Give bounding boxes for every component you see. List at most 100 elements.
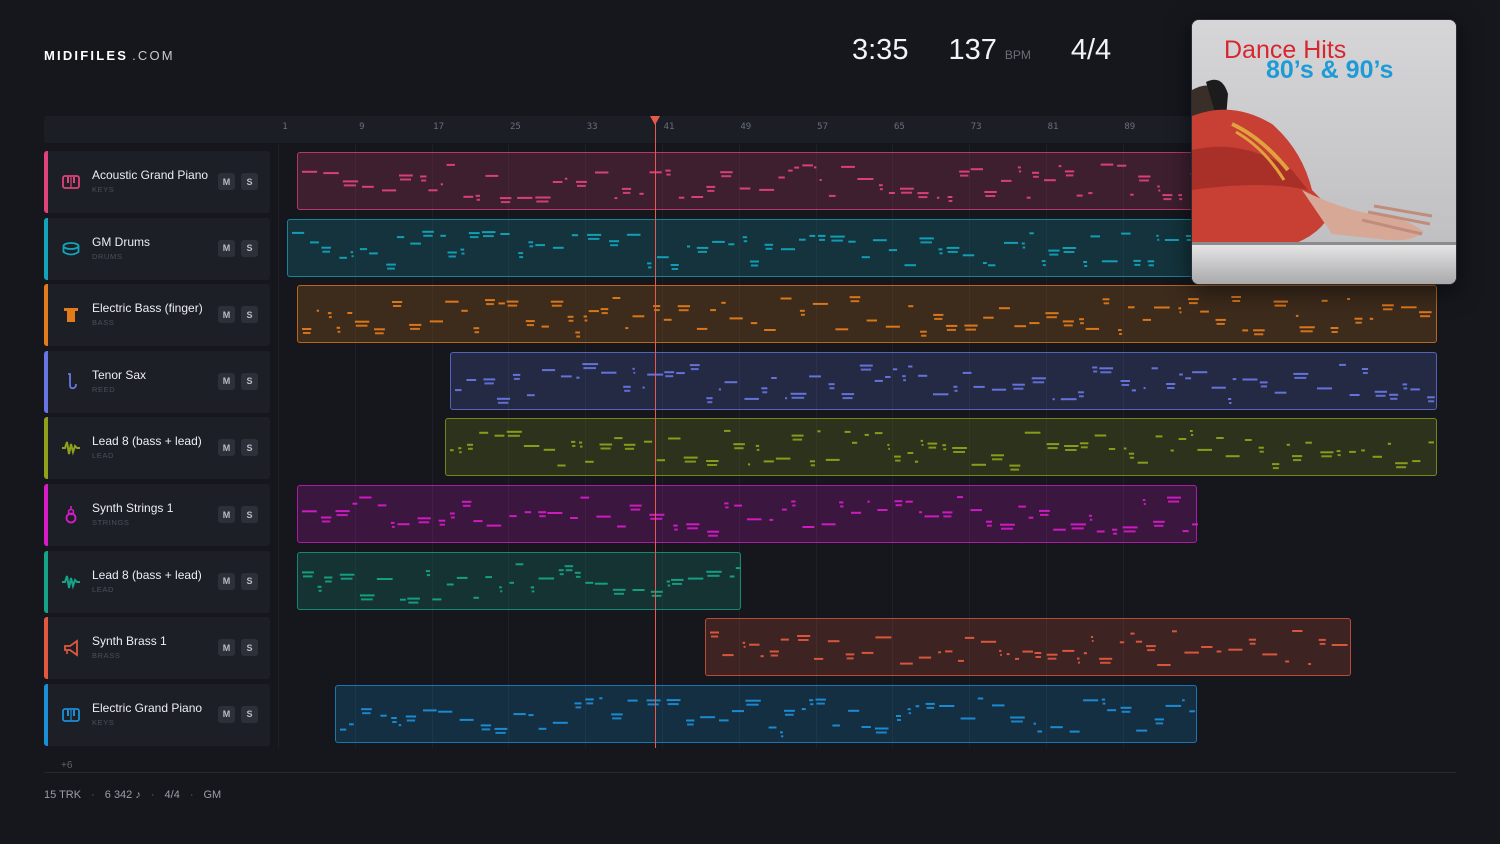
wave-icon <box>62 573 80 591</box>
solo-button[interactable]: S <box>241 173 258 190</box>
ruler-tick: 25 <box>509 122 521 132</box>
bass-icon <box>62 306 80 324</box>
midi-clip[interactable] <box>335 684 1197 743</box>
ruler-tick: 9 <box>359 122 365 132</box>
track-header[interactable]: Lead 8 (bass + lead) LEAD M S <box>44 417 270 480</box>
midi-clip[interactable] <box>704 618 1351 677</box>
ruler-tick: 81 <box>1047 122 1059 132</box>
mute-button[interactable]: M <box>218 506 235 523</box>
mute-button[interactable]: M <box>218 639 235 657</box>
track-header[interactable]: Synth Brass 1 BRASS M S <box>44 617 270 680</box>
mute-button[interactable]: M <box>218 439 235 457</box>
track-category: DRUMS <box>92 251 123 261</box>
separator: · <box>189 789 194 801</box>
track-name: Lead 8 (bass + lead) <box>92 434 202 449</box>
note-pattern <box>340 697 1195 738</box>
track-category: KEYS <box>92 185 115 194</box>
track-name: Lead 8 (bass + lead) <box>92 567 202 582</box>
track-name: Synth Strings 1 <box>92 501 174 515</box>
playhead[interactable] <box>655 121 656 748</box>
track-color-stripe <box>44 151 48 213</box>
separator: · <box>91 789 95 801</box>
solo-button[interactable]: S <box>241 506 258 523</box>
solo-button[interactable]: S <box>241 439 258 457</box>
track-header[interactable]: Acoustic Grand Piano KEYS M S <box>44 151 270 213</box>
midi-clip[interactable] <box>296 285 1437 344</box>
track-color-stripe <box>44 417 48 480</box>
solo-button[interactable]: S <box>241 572 258 590</box>
track-color-stripe <box>44 284 48 347</box>
ruler-tick: 33 <box>586 122 598 132</box>
track-header[interactable]: Electric Bass (finger) BASS M S <box>44 284 270 347</box>
track-category: KEYS <box>92 717 115 727</box>
footer-divider <box>44 772 1456 773</box>
ruler-tick: 73 <box>970 122 982 132</box>
time-signature: 4/4 <box>1070 34 1112 66</box>
album-subtitle: 80’s & 90’s <box>1266 56 1394 84</box>
sax-icon <box>62 372 80 391</box>
mute-button[interactable]: M <box>218 173 235 190</box>
duration: 3:35 <box>852 34 909 66</box>
brass-icon <box>62 639 80 657</box>
track-color-stripe <box>44 550 48 613</box>
midi-clip[interactable] <box>296 551 741 610</box>
wave-icon <box>62 439 80 457</box>
mute-button[interactable]: M <box>218 306 235 324</box>
midi-clip[interactable] <box>445 418 1437 477</box>
solo-button[interactable]: S <box>241 372 258 390</box>
drum-icon <box>62 240 80 258</box>
ruler-tick: 1 <box>282 122 288 132</box>
track-category: BRASS <box>92 651 121 661</box>
more-tracks-label[interactable]: +6 <box>61 760 72 771</box>
note-pattern <box>301 296 1432 338</box>
ruler-tick: 65 <box>893 122 905 132</box>
track-color-stripe <box>44 617 48 680</box>
footer-time-signature: 4/4 <box>164 789 180 801</box>
piano-icon <box>62 173 80 191</box>
note-pattern <box>301 562 740 604</box>
track-category: STRINGS <box>92 518 130 527</box>
brand-logo: MIDIFILES .COM <box>44 48 175 63</box>
track-category: BASS <box>92 318 115 328</box>
solo-button[interactable]: S <box>241 239 258 257</box>
playhead-handle[interactable] <box>650 116 660 125</box>
track-name: Tenor Sax <box>92 367 147 382</box>
track-color-stripe <box>44 683 48 746</box>
track-category: LEAD <box>92 451 114 461</box>
midi-clip[interactable] <box>450 351 1437 410</box>
solo-button[interactable]: S <box>241 705 258 723</box>
midi-clip[interactable] <box>296 485 1198 543</box>
note-pattern <box>301 496 1198 537</box>
note-count: 6 342 ♪ <box>104 789 141 801</box>
track-color-stripe <box>44 217 48 280</box>
mute-button[interactable]: M <box>218 572 235 590</box>
mute-button[interactable]: M <box>218 239 235 257</box>
ruler-tick: 49 <box>740 122 752 132</box>
brand-name: MIDIFILES <box>44 48 129 63</box>
track-color-stripe <box>44 350 48 413</box>
solo-button[interactable]: S <box>241 639 258 657</box>
track-name: Synth Brass 1 <box>92 634 167 649</box>
ruler-tick: 17 <box>433 122 445 132</box>
track-count: 15 TRK <box>44 789 82 801</box>
note-pattern <box>455 362 1435 404</box>
note-pattern <box>709 630 1348 667</box>
strings-icon <box>62 506 80 524</box>
mute-button[interactable]: M <box>218 705 235 723</box>
track-header[interactable]: Synth Strings 1 STRINGS M S <box>44 484 270 546</box>
ruler-tick: 89 <box>1124 122 1136 132</box>
track-name: Acoustic Grand Piano <box>92 168 209 182</box>
piano-icon <box>62 706 80 724</box>
separator: · <box>150 789 155 801</box>
song-stats: 3:35 137 BPM 4/4 <box>852 34 1111 67</box>
track-name: Electric Bass (finger) <box>92 301 203 316</box>
track-header[interactable]: Lead 8 (bass + lead) LEAD M S <box>44 550 270 613</box>
mute-button[interactable]: M <box>218 372 235 390</box>
solo-button[interactable]: S <box>241 306 258 324</box>
note-pattern <box>450 430 1435 471</box>
tempo-unit: BPM <box>1004 48 1031 62</box>
track-header[interactable]: GM Drums DRUMS M S <box>44 217 270 280</box>
track-header[interactable]: Tenor Sax REED M S <box>44 350 270 413</box>
track-name: GM Drums <box>92 234 150 249</box>
track-header[interactable]: Electric Grand Piano KEYS M S <box>44 683 270 746</box>
